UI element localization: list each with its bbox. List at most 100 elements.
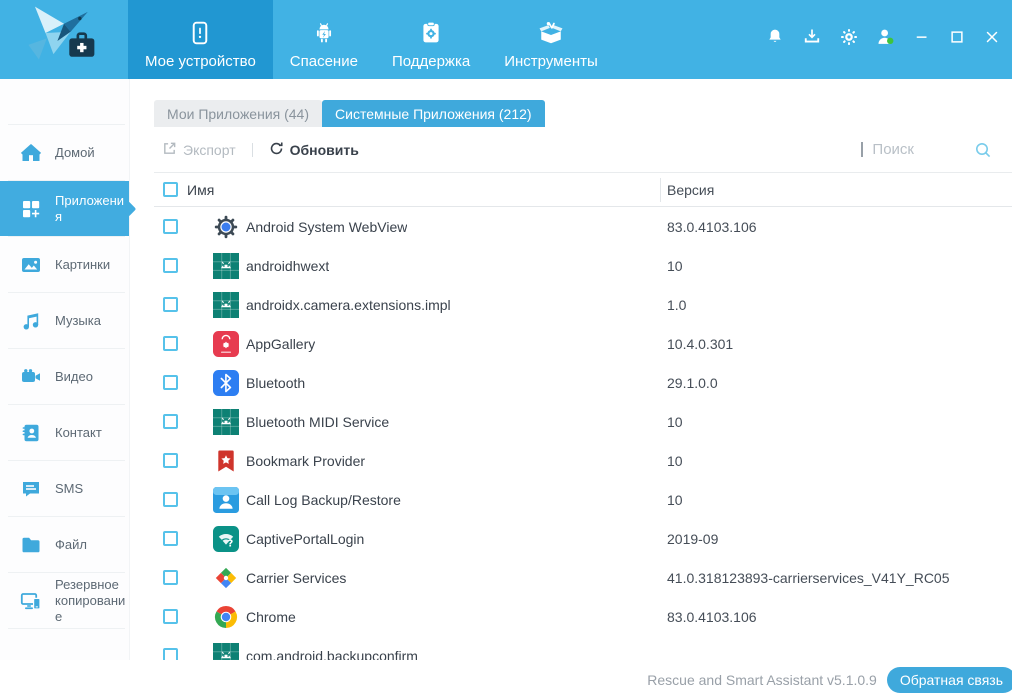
app-version: 83.0.4103.106 [667, 608, 757, 625]
table-row[interactable]: Chrome 83.0.4103.106 [154, 597, 1012, 636]
row-checkbox[interactable] [163, 375, 178, 390]
table-row[interactable]: Call Log Backup/Restore 10 [154, 480, 1012, 519]
name-cell: AppGallery [187, 330, 654, 357]
nav-label: Инструменты [504, 53, 598, 70]
svg-text:?: ? [228, 538, 234, 549]
sidebar-item-label: Видео [55, 368, 93, 384]
toolbar: Экспорт Обновить Поиск [154, 127, 1012, 173]
download-button[interactable] [801, 29, 823, 51]
table-row[interactable]: ? CaptivePortalLogin 2019-09 [154, 519, 1012, 558]
select-all-checkbox[interactable] [163, 182, 178, 197]
export-button[interactable]: Экспорт [162, 141, 236, 159]
app-name: androidhwext [246, 257, 330, 274]
app-header: Мое устройство Спасение Поддержка Инструмен… [0, 0, 1012, 79]
tab-system-apps[interactable]: Системные Приложения (212) [322, 100, 545, 127]
sidebar-item-pictures[interactable]: Картинки [0, 237, 129, 292]
backup-icon [18, 589, 44, 613]
sidebar-item-contact[interactable]: Контакт [0, 405, 129, 460]
android-teal-app-icon [213, 252, 239, 279]
sidebar-item-backup[interactable]: Резервное копирование [0, 573, 129, 628]
row-checkbox[interactable] [163, 453, 178, 468]
settings-button[interactable] [838, 29, 860, 51]
row-checkbox[interactable] [163, 609, 178, 624]
calllog-app-icon [213, 486, 239, 513]
nav-item-rescue[interactable]: Спасение [273, 0, 375, 79]
table-row[interactable]: Android System WebView 83.0.4103.106 [154, 207, 1012, 246]
table-row[interactable]: Bluetooth 29.1.0.0 [154, 363, 1012, 402]
row-checkbox[interactable] [163, 297, 178, 312]
sidebar: Домой Приложения Картинки Музыка Видео Контак… [0, 79, 137, 660]
table-row[interactable]: Bluetooth MIDI Service 10 [154, 402, 1012, 441]
table-row[interactable]: AppGallery 10.4.0.301 [154, 324, 1012, 363]
sidebar-item-folder[interactable]: Файл [0, 517, 129, 572]
notifications-button[interactable] [764, 29, 786, 51]
sidebar-item-label: Контакт [55, 424, 102, 440]
android-robot-icon [311, 17, 337, 49]
main-content: Мои Приложения (44) Системные Приложения … [130, 79, 1012, 660]
sidebar-item-home[interactable]: Домой [0, 125, 129, 180]
name-cell: Bluetooth MIDI Service [187, 408, 654, 435]
export-icon [162, 141, 177, 159]
app-name: com.android.backupconfirm [246, 647, 418, 661]
close-button[interactable] [982, 30, 1002, 50]
app-version-label: Rescue and Smart Assistant v5.1.0.9 [647, 672, 877, 688]
nav-label: Мое устройство [145, 53, 256, 70]
row-checkbox[interactable] [163, 336, 178, 351]
bird-logo-icon [21, 4, 107, 75]
sidebar-item-label: Картинки [55, 256, 111, 272]
row-checkbox[interactable] [163, 492, 178, 507]
app-name: Bluetooth [246, 374, 306, 391]
app-version: 41.0.318123893-carrierservices_V41Y_RC05 [667, 569, 950, 586]
search-box[interactable]: Поиск [861, 141, 992, 159]
table-row[interactable]: Carrier Services 41.0.318123893-carrierse… [154, 558, 1012, 597]
table-row[interactable]: androidx.camera.extensions.impl 1.0 [154, 285, 1012, 324]
close-icon [983, 28, 1001, 51]
refresh-label: Обновить [289, 141, 359, 158]
sidebar-item-apps[interactable]: Приложения [0, 181, 137, 236]
app-version: 2019-09 [667, 530, 719, 547]
minimize-button[interactable] [912, 30, 932, 50]
row-checkbox[interactable] [163, 219, 178, 234]
nav-item-tools[interactable]: Инструменты [487, 0, 615, 79]
bookmark-app-icon [213, 448, 239, 474]
name-cell: Chrome [187, 604, 654, 630]
row-checkbox[interactable] [163, 570, 178, 585]
account-button[interactable] [875, 29, 897, 51]
search-icon[interactable] [974, 141, 992, 159]
search-cursor [861, 142, 864, 157]
sidebar-item-video[interactable]: Видео [0, 349, 129, 404]
name-cell: com.android.backupconfirm [187, 642, 654, 661]
android-teal-app-icon [213, 642, 239, 660]
sidebar-item-label: Музыка [55, 312, 101, 328]
app-version: 10 [667, 413, 683, 430]
feedback-button[interactable]: Обратная связь [886, 667, 1012, 693]
refresh-icon [269, 141, 284, 159]
clipboard-gear-icon [418, 17, 444, 49]
table-header: Имя Версия [154, 173, 1012, 207]
row-checkbox[interactable] [163, 258, 178, 273]
refresh-button[interactable]: Обновить [269, 141, 359, 159]
app-version: 10 [667, 452, 683, 469]
nav-item-support[interactable]: Поддержка [375, 0, 487, 79]
captiveportal-app-icon: ? [213, 525, 239, 552]
column-divider [660, 178, 661, 202]
folder-icon [18, 533, 44, 557]
row-checkbox[interactable] [163, 531, 178, 546]
user-online-icon [875, 26, 897, 53]
sidebar-item-sms[interactable]: SMS [0, 461, 129, 516]
maximize-button[interactable] [947, 30, 967, 50]
name-cell: ? CaptivePortalLogin [187, 525, 654, 552]
row-checkbox[interactable] [163, 414, 178, 429]
app-version: 83.0.4103.106 [667, 218, 757, 235]
app-body: Домой Приложения Картинки Музыка Видео Контак… [0, 79, 1012, 660]
sidebar-item-music[interactable]: Музыка [0, 293, 129, 348]
table-row[interactable]: Bookmark Provider 10 [154, 441, 1012, 480]
table-row[interactable]: com.android.backupconfirm [154, 636, 1012, 660]
download-icon [802, 27, 822, 52]
tab-my-apps[interactable]: Мои Приложения (44) [154, 100, 323, 127]
nav-item-my-device[interactable]: Мое устройство [128, 0, 273, 79]
row-checkbox[interactable] [163, 648, 178, 660]
table-row[interactable]: androidhwext 10 [154, 246, 1012, 285]
name-cell: Call Log Backup/Restore [187, 486, 654, 513]
